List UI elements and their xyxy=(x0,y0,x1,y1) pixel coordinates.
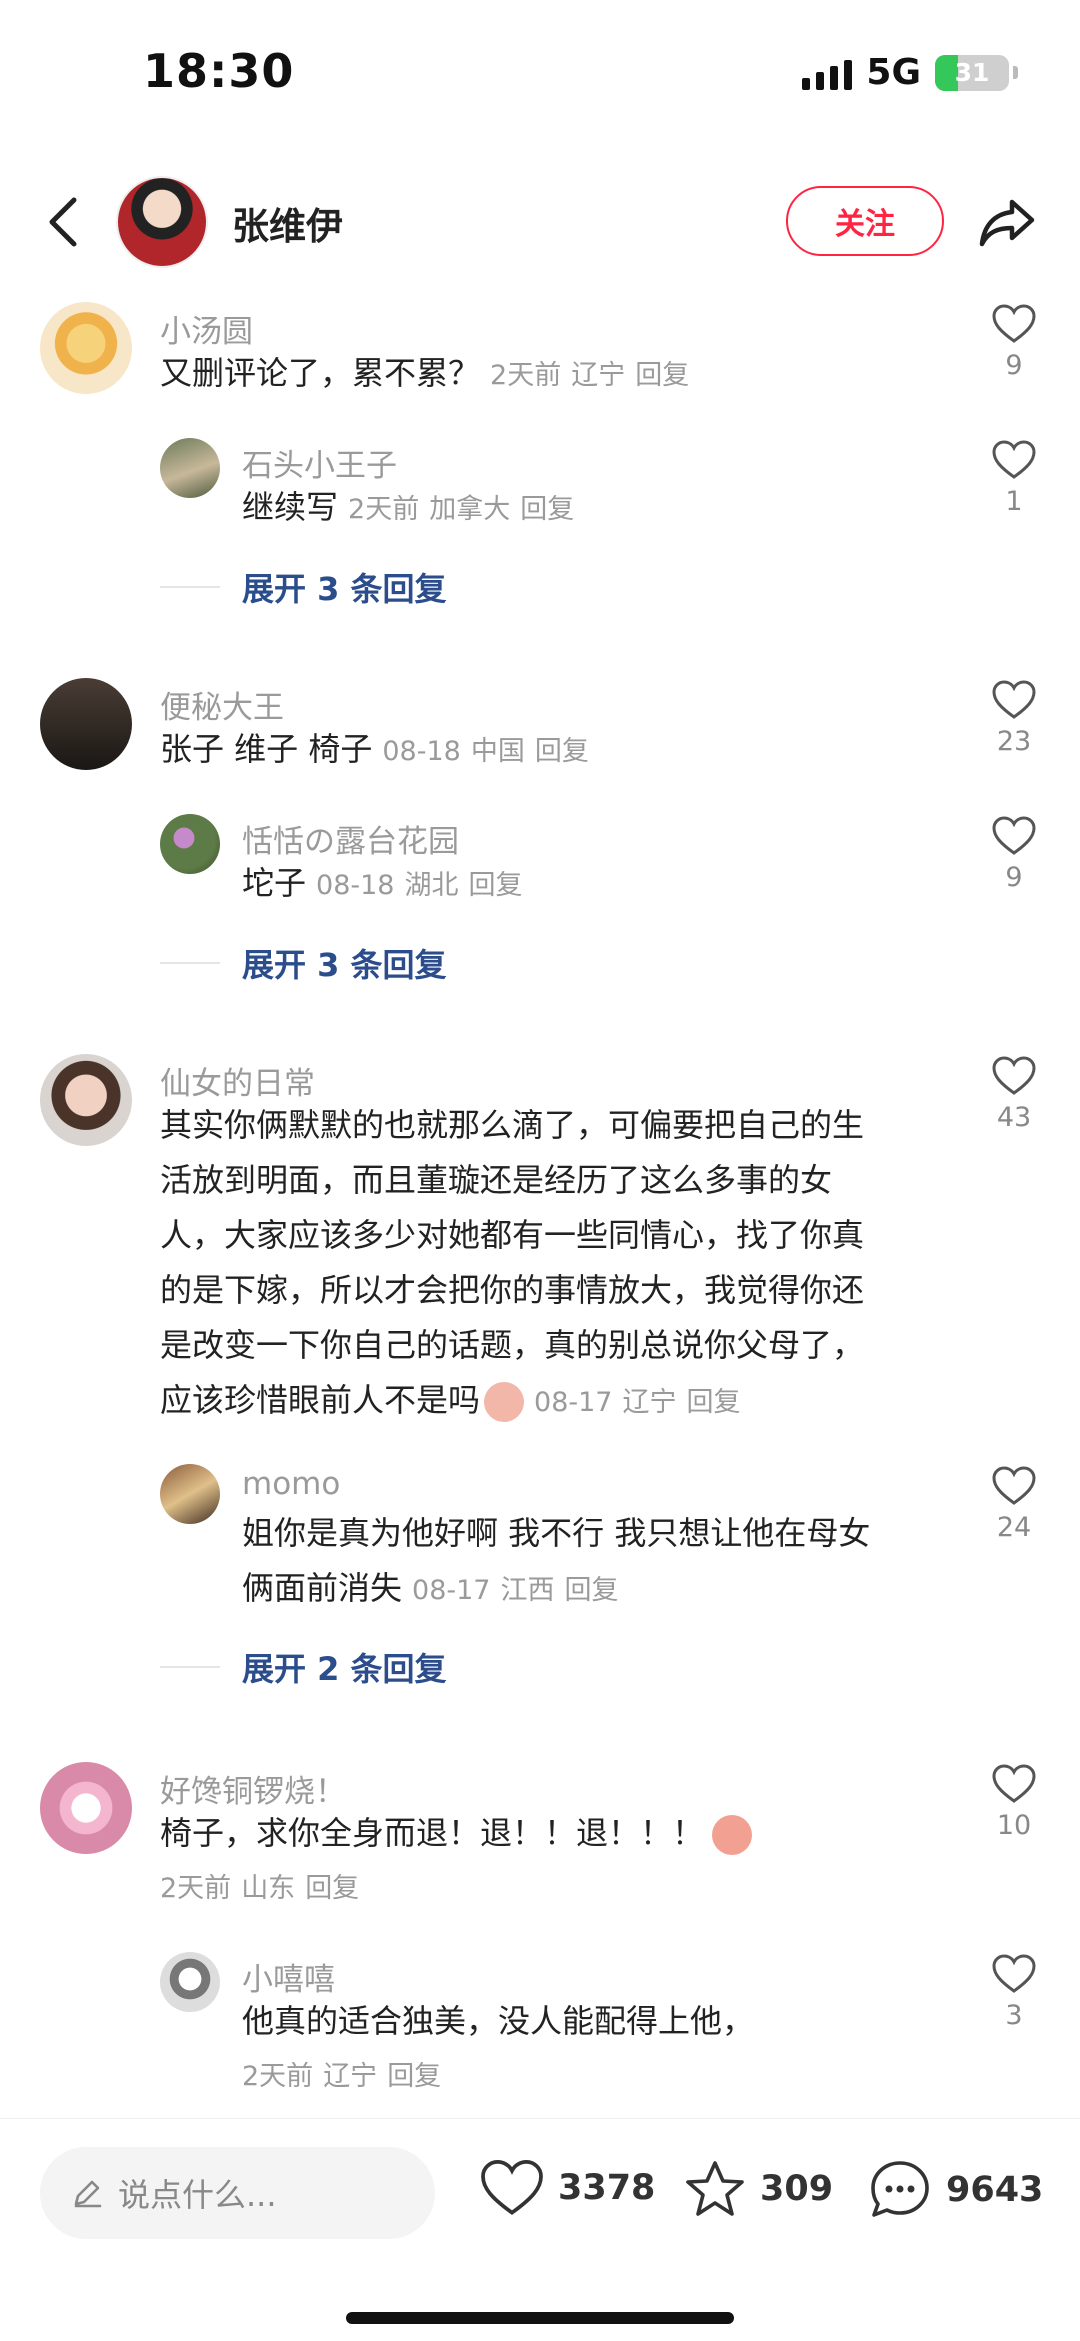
expand-divider xyxy=(160,1666,220,1668)
heart-icon xyxy=(992,816,1036,855)
back-chevron-icon[interactable] xyxy=(40,192,90,252)
comment-input[interactable]: 说点什么... xyxy=(40,2147,435,2239)
reply-text[interactable]: 坨子 08-18 湖北 回复 xyxy=(242,856,522,913)
commenter-name[interactable]: 仙女的日常 xyxy=(160,1058,315,1103)
heart-icon xyxy=(992,1056,1036,1095)
comment-text[interactable]: 又删评论了，累不累？ 2天前 辽宁 回复 xyxy=(160,346,689,403)
home-indicator[interactable] xyxy=(346,2312,734,2324)
pencil-icon xyxy=(74,2180,102,2208)
network-label: 5G xyxy=(866,52,921,93)
replier-name[interactable]: 石头小王子 xyxy=(242,440,397,485)
comment-time: 2天前 xyxy=(490,360,562,391)
reply-text[interactable]: 他真的适合独美，没人能配得上他， 2天前 辽宁 回复 xyxy=(242,1994,754,2102)
replier-avatar[interactable] xyxy=(160,1464,220,1524)
bottom-action-bar: 说点什么... 3378 309 9643 xyxy=(0,2118,1080,2341)
comment-text[interactable]: 椅子，求你全身而退！退！！退！！！ 2天前 山东 回复 xyxy=(160,1806,753,1914)
battery-icon: 31 xyxy=(935,54,1009,91)
comment-text[interactable]: 张子 维子 椅子 08-18 中国 回复 xyxy=(160,722,589,779)
commenter-name[interactable]: 便秘大王 xyxy=(160,682,284,727)
comment-count-button[interactable]: 9643 xyxy=(868,2159,1043,2221)
favorite-button[interactable]: 309 xyxy=(684,2159,833,2219)
commenter-avatar[interactable] xyxy=(40,1054,132,1146)
like-count: 9 xyxy=(1005,350,1023,381)
share-arrow-icon[interactable] xyxy=(976,192,1038,252)
post-like-count: 3378 xyxy=(558,2168,656,2208)
heart-icon xyxy=(992,304,1036,343)
expand-replies-link[interactable]: 展开 3 条回复 xyxy=(242,564,447,610)
commenter-avatar[interactable] xyxy=(40,302,132,394)
reply-link[interactable]: 回复 xyxy=(468,870,522,901)
battery-level: 31 xyxy=(954,57,990,87)
like-button[interactable]: 9 xyxy=(986,304,1042,381)
reply-text[interactable]: 姐你是真为他好啊 我不行 我只想让他在母女 俩面前消失 08-17 江西 回复 xyxy=(242,1506,942,1618)
replier-avatar[interactable] xyxy=(160,1952,220,2012)
author-name[interactable]: 张维伊 xyxy=(232,196,343,250)
comment-input-placeholder: 说点什么... xyxy=(118,2176,277,2214)
expand-replies-link[interactable]: 展开 3 条回复 xyxy=(242,940,447,986)
like-button[interactable]: 23 xyxy=(986,680,1042,757)
replier-name[interactable]: 恬恬の露台花园 xyxy=(242,816,459,861)
reply-link[interactable]: 回复 xyxy=(686,1387,740,1418)
battery-tip xyxy=(1013,66,1018,79)
author-avatar[interactable] xyxy=(116,176,208,268)
expand-replies-link[interactable]: 展开 2 条回复 xyxy=(242,1644,447,1690)
signal-icon xyxy=(802,56,853,90)
reply-link[interactable]: 回复 xyxy=(564,1575,618,1606)
chat-bubble-icon xyxy=(871,2161,929,2217)
heart-icon xyxy=(992,680,1036,719)
replier-name[interactable]: 小嘻嘻 xyxy=(242,1954,335,1999)
like-button[interactable]: 1 xyxy=(986,440,1042,517)
like-button[interactable]: 43 xyxy=(986,1056,1042,1133)
reply-link[interactable]: 回复 xyxy=(387,2061,441,2092)
status-indicators: 5G 31 xyxy=(802,52,1018,93)
heart-icon xyxy=(992,1466,1036,1505)
like-post-button[interactable]: 3378 xyxy=(480,2159,655,2217)
reply-link[interactable]: 回复 xyxy=(305,1873,359,1904)
emoji-sticker xyxy=(712,1815,753,1855)
commenter-name[interactable]: 小汤圆 xyxy=(160,306,253,351)
like-button[interactable]: 24 xyxy=(986,1466,1042,1543)
heart-icon xyxy=(481,2160,543,2215)
favorite-count: 309 xyxy=(760,2169,834,2209)
replier-name[interactable]: momo xyxy=(242,1466,340,1502)
comment-location: 辽宁 xyxy=(571,360,626,391)
expand-divider xyxy=(160,962,220,964)
emoji-sticker xyxy=(484,1382,525,1422)
reply-text[interactable]: 继续写 2天前 加拿大 回复 xyxy=(242,480,574,537)
reply-link[interactable]: 回复 xyxy=(635,360,689,391)
heart-icon xyxy=(992,1954,1036,1993)
like-button[interactable]: 9 xyxy=(986,816,1042,893)
heart-icon xyxy=(992,1764,1036,1803)
comment-text[interactable]: 其实你俩默默的也就那么滴了，可偏要把自己的生 活放到明面，而且董璇还是经历了这么… xyxy=(160,1098,940,1430)
commenter-name[interactable]: 好馋铜锣烧！ xyxy=(160,1766,346,1811)
expand-divider xyxy=(160,586,220,588)
star-icon xyxy=(686,2161,744,2216)
comment-count: 9643 xyxy=(946,2170,1044,2210)
like-button[interactable]: 10 xyxy=(986,1764,1042,1841)
status-bar: 18:30 5G 31 xyxy=(0,0,1080,150)
replier-avatar[interactable] xyxy=(160,438,220,498)
heart-icon xyxy=(992,440,1036,479)
post-header: 张维伊 关注 xyxy=(0,170,1080,280)
commenter-avatar[interactable] xyxy=(40,1762,132,1854)
reply-link[interactable]: 回复 xyxy=(535,736,589,767)
follow-button[interactable]: 关注 xyxy=(786,186,944,256)
like-button[interactable]: 3 xyxy=(986,1954,1042,2031)
commenter-avatar[interactable] xyxy=(40,678,132,770)
status-time: 18:30 xyxy=(143,44,295,98)
replier-avatar[interactable] xyxy=(160,814,220,874)
reply-link[interactable]: 回复 xyxy=(520,494,574,525)
